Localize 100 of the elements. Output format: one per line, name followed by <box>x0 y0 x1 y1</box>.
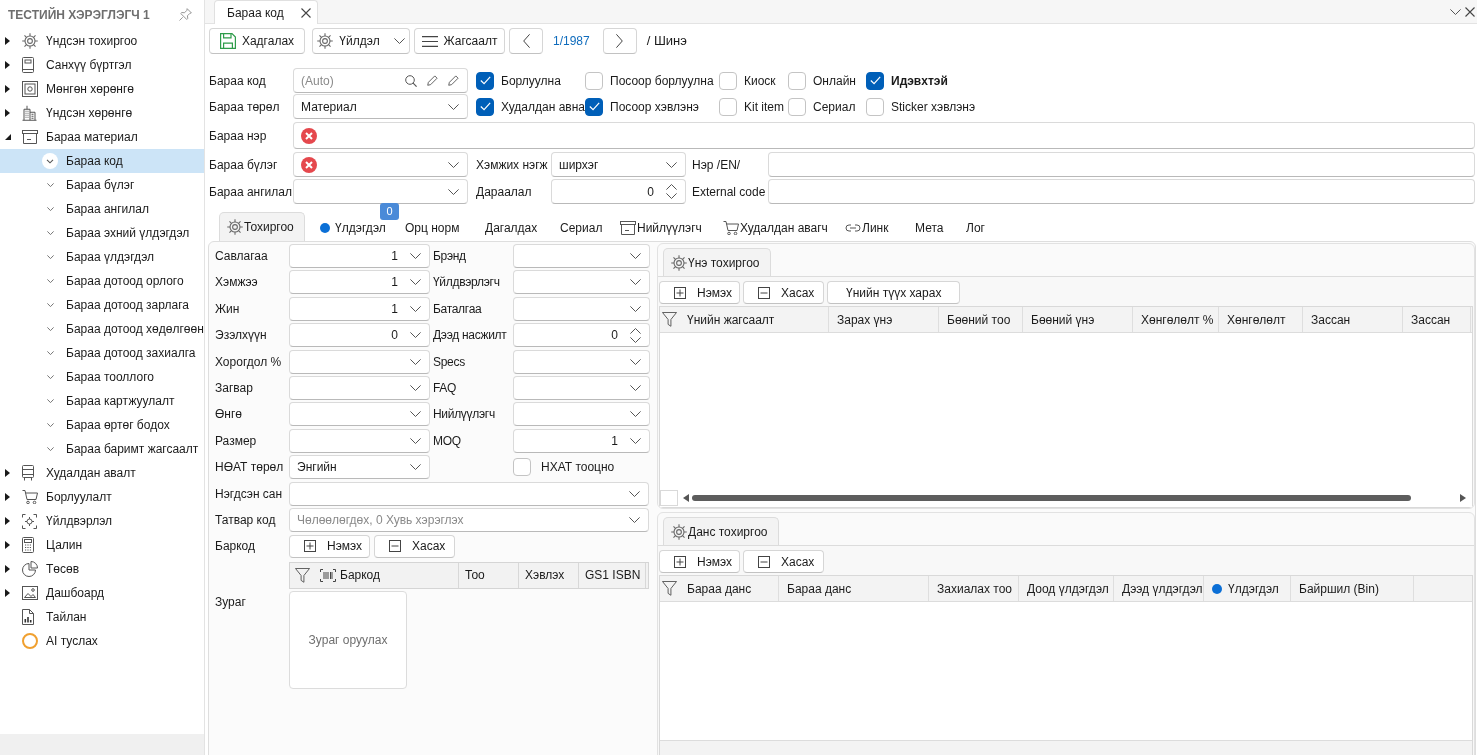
tree-item[interactable]: Бараа дотоод зарлага <box>0 293 204 317</box>
column-header[interactable]: Баркод <box>314 562 459 588</box>
tab[interactable]: Лог <box>956 220 996 236</box>
chevron-down-icon[interactable] <box>630 411 641 418</box>
caret-right-icon[interactable] <box>5 469 10 477</box>
text-field[interactable] <box>768 179 1475 204</box>
chevron-icon[interactable] <box>46 326 54 332</box>
chevron-down-icon[interactable] <box>410 305 421 312</box>
column-header[interactable]: Бараа данс <box>679 576 779 601</box>
chevron-down-icon[interactable] <box>629 516 640 523</box>
column-header[interactable]: GS1 ISBN <box>579 562 646 588</box>
chevron-icon[interactable] <box>46 182 54 188</box>
chevron-icon[interactable] <box>46 398 54 404</box>
chevron-down-icon[interactable] <box>410 253 421 259</box>
search-icon[interactable] <box>405 74 417 87</box>
checkbox[interactable] <box>585 97 603 116</box>
column-header[interactable]: Бөөний үнэ <box>1023 307 1133 332</box>
column-header[interactable]: Үлдэгдэл <box>1204 576 1291 601</box>
column-header[interactable]: Захиалах тоо <box>929 576 1019 601</box>
checkbox[interactable] <box>719 97 737 116</box>
column-header[interactable]: Зассан <box>1403 307 1471 332</box>
chevron-down-icon[interactable] <box>630 437 641 444</box>
remove-button[interactable]: Хасах <box>743 550 824 573</box>
column-header[interactable]: Бараа данс <box>779 576 929 601</box>
caret-right-icon[interactable] <box>5 589 10 597</box>
dropdown[interactable]: 0 <box>289 323 430 348</box>
tab[interactable]: Дагалдах <box>475 220 550 236</box>
dropdown[interactable]: Энгийн <box>289 455 430 480</box>
pin-icon[interactable] <box>179 8 192 21</box>
chevron-down-icon[interactable] <box>629 490 640 497</box>
tree-item[interactable]: Санхүү бүртгэл <box>0 53 204 77</box>
dropdown[interactable]: Чөлөөлөгдөх, 0 Хувь хэрэглэх <box>289 507 649 532</box>
caret-right-icon[interactable] <box>5 493 10 501</box>
checkbox[interactable] <box>476 71 494 90</box>
tree-item[interactable]: Мөнгөн хөрөнгө <box>0 77 204 101</box>
chevron-down-icon[interactable] <box>448 103 459 110</box>
tree-item[interactable]: Борлуулалт <box>0 485 204 509</box>
checkbox[interactable] <box>513 458 531 477</box>
column-header[interactable]: Зарах үнэ <box>829 307 939 332</box>
add-button[interactable]: Нэмэх <box>289 534 370 558</box>
chevron-down-icon[interactable] <box>1450 8 1461 15</box>
chevron-down-icon[interactable] <box>630 358 641 365</box>
tree-item[interactable]: Худалдан авалт <box>0 461 204 485</box>
tab[interactable]: Үлдэгдэл <box>310 220 395 236</box>
chevron-down-icon[interactable] <box>410 411 421 418</box>
chevron-icon[interactable] <box>46 230 54 236</box>
add-button[interactable]: Нэмэх <box>659 550 740 573</box>
chevron-down-icon[interactable] <box>448 161 459 168</box>
dropdown[interactable]: 1 <box>513 428 650 453</box>
checkbox[interactable] <box>866 97 884 116</box>
chevron-down-icon[interactable] <box>630 279 641 286</box>
tree-item[interactable]: Бараа картжуулалт <box>0 389 204 413</box>
triangle-left-icon[interactable] <box>683 494 689 502</box>
caret-right-icon[interactable] <box>5 565 10 573</box>
text-field[interactable] <box>293 122 1475 149</box>
chevron-down-icon[interactable] <box>410 332 421 339</box>
text-field[interactable] <box>768 152 1475 177</box>
tree-item[interactable]: Үйлдвэрлэл <box>0 509 204 533</box>
dropdown[interactable] <box>293 152 468 177</box>
checkbox[interactable] <box>476 97 494 116</box>
remove-button[interactable]: Хасах <box>743 281 824 304</box>
chevron-down-icon[interactable] <box>630 336 641 343</box>
tree-item[interactable]: Бараа дотоод орлого <box>0 269 204 293</box>
column-header[interactable]: Доод үлдэгдэл <box>1019 576 1114 601</box>
tree-item[interactable]: Үндсэн хөрөнгө <box>0 101 204 125</box>
caret-right-icon[interactable] <box>5 37 10 45</box>
tree-item[interactable]: Бараа материал <box>0 125 204 149</box>
tree-item[interactable]: AI туслах <box>0 629 204 653</box>
chevron-down-icon[interactable] <box>410 279 421 286</box>
close-icon[interactable] <box>301 7 311 18</box>
chevron-down-icon[interactable] <box>630 253 641 259</box>
remove-button[interactable]: Хасах <box>374 534 455 558</box>
checkbox[interactable] <box>788 71 806 90</box>
dropdown[interactable]: Материал <box>293 94 468 119</box>
tab[interactable]: Худалдан авагч <box>713 220 835 236</box>
dropdown[interactable]: 1 <box>289 244 430 268</box>
chevron-down-icon[interactable] <box>410 384 421 391</box>
chevron-down-icon[interactable] <box>666 161 677 168</box>
chevron-icon[interactable] <box>42 153 58 169</box>
chevron-down-icon[interactable] <box>410 464 421 471</box>
number-spinner[interactable]: 0 <box>551 179 686 204</box>
tree-item[interactable]: Дашбоард <box>0 581 204 605</box>
dropdown[interactable]: ширхэг <box>551 152 686 177</box>
checkbox[interactable] <box>866 71 884 90</box>
chevron-icon[interactable] <box>46 446 54 452</box>
caret-down-icon[interactable] <box>5 134 11 140</box>
chevron-up-icon[interactable] <box>666 184 677 190</box>
caret-right-icon[interactable] <box>5 109 10 117</box>
checkbox[interactable] <box>788 97 806 116</box>
filter-icon[interactable] <box>294 567 310 583</box>
chevron-icon[interactable] <box>46 278 54 284</box>
action-button[interactable]: Үнийн түүх харах <box>827 281 961 304</box>
tab[interactable]: Нийлүүлэгч <box>610 220 713 236</box>
chevron-icon[interactable] <box>46 422 54 428</box>
tab[interactable]: Тохиргоо <box>219 212 305 241</box>
chevron-down-icon[interactable] <box>630 305 641 312</box>
add-button[interactable]: Нэмэх <box>659 281 740 304</box>
actions-dropdown-button[interactable]: Үйлдэл <box>312 28 410 54</box>
tree-item[interactable]: Бараа дотоод хөдөлгөөн <box>0 317 204 341</box>
column-header[interactable]: Зассан <box>1303 307 1403 332</box>
